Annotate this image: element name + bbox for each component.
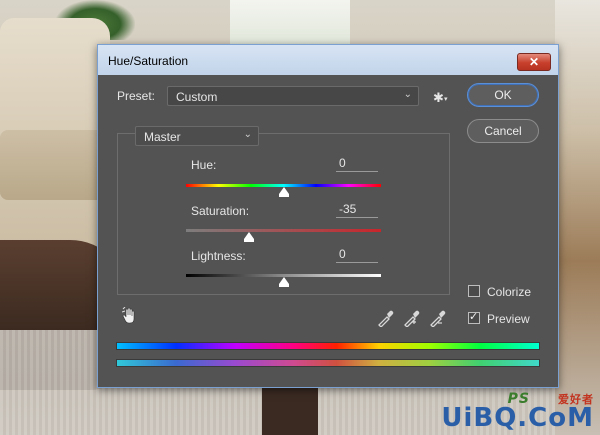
eyedropper-minus-button[interactable] (428, 309, 448, 328)
preset-label: Preset: (117, 89, 156, 103)
eyedropper-plus-icon (404, 310, 420, 328)
target-adjustment-button[interactable] (121, 306, 138, 325)
ok-button[interactable]: OK (467, 83, 539, 107)
lightness-input[interactable]: 0 (336, 247, 378, 263)
hue-label: Hue: (191, 158, 217, 172)
input-color-spectrum (116, 342, 540, 350)
preset-options-button[interactable]: ✱ ▾ (433, 90, 451, 106)
chevron-down-icon: ⌄ (403, 89, 412, 100)
dialog-title: Hue/Saturation (108, 54, 189, 68)
saturation-slider-thumb[interactable] (244, 232, 255, 242)
channel-dropdown[interactable]: Master ⌄ (135, 126, 259, 146)
hand-icon (121, 306, 135, 324)
colorize-checkbox[interactable] (468, 285, 480, 297)
close-button[interactable]: ✕ (517, 53, 551, 71)
lightness-slider-thumb[interactable] (278, 277, 289, 287)
lightness-label: Lightness: (191, 249, 246, 263)
chevron-down-icon: ⌄ (243, 129, 252, 140)
caret-down-icon: ▾ (444, 96, 448, 103)
background-table-leg (262, 385, 318, 435)
output-color-spectrum (116, 359, 540, 367)
eyedropper-minus-icon (430, 310, 446, 328)
background-sofa-cushion (0, 130, 108, 200)
watermark-cn: 爱好者 (558, 393, 594, 406)
eyedropper-icon (378, 310, 394, 328)
titlebar[interactable]: Hue/Saturation ✕ (98, 45, 558, 75)
preset-value: Custom (176, 90, 218, 104)
background-right-room (555, 0, 600, 435)
hue-slider-thumb[interactable] (278, 187, 289, 197)
saturation-input[interactable]: -35 (336, 202, 378, 218)
hue-input[interactable]: 0 (336, 156, 378, 172)
channel-value: Master (144, 130, 181, 144)
preset-dropdown[interactable]: Custom ⌄ (167, 86, 419, 106)
gear-icon: ✱ (433, 90, 444, 105)
adjustment-panel (117, 133, 450, 295)
saturation-slider-track[interactable] (186, 229, 381, 232)
preview-checkbox[interactable] (468, 310, 480, 324)
cancel-button[interactable]: Cancel (467, 119, 539, 143)
colorize-label: Colorize (487, 285, 532, 299)
watermark-text: UiBQ.CoM (441, 403, 594, 433)
eyedropper-button[interactable] (376, 309, 396, 328)
watermark: UiBQ.CoM PS 爱好者 (441, 391, 594, 433)
preview-label: Preview (487, 312, 530, 326)
eyedropper-plus-button[interactable] (402, 309, 422, 328)
hue-saturation-dialog: Hue/Saturation ✕ Preset: Custom ⌄ ✱ ▾ OK… (97, 44, 559, 388)
watermark-ps: PS (507, 391, 530, 407)
saturation-label: Saturation: (191, 204, 250, 218)
background-window (230, 0, 350, 50)
